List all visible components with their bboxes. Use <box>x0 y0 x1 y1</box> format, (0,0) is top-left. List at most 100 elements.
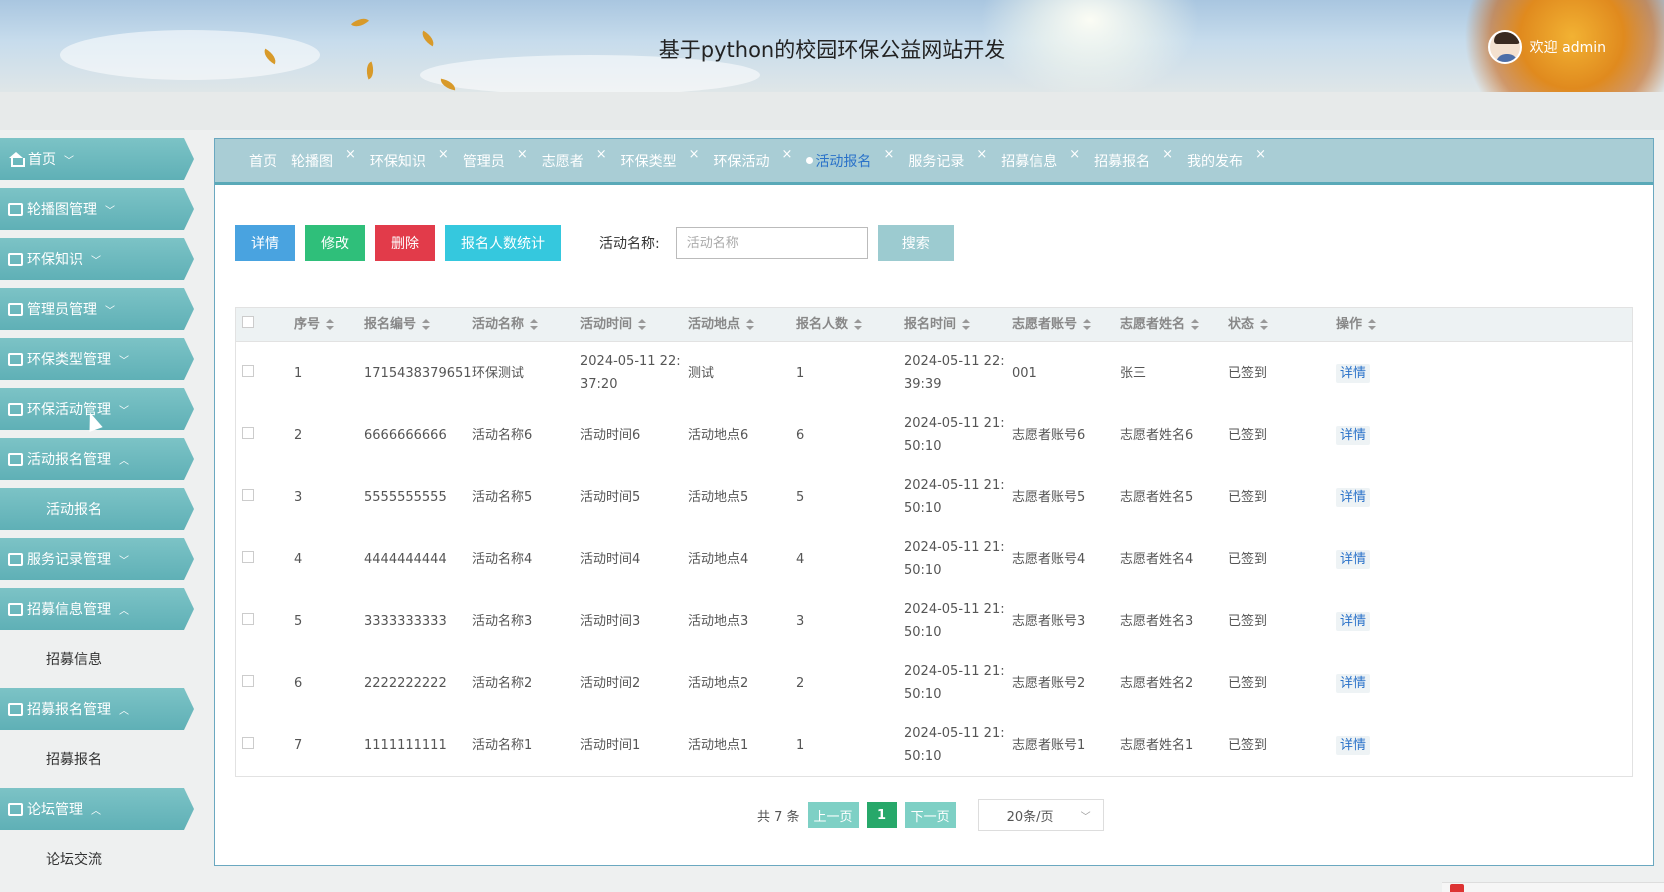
close-icon[interactable]: × <box>976 147 987 162</box>
select-all-checkbox[interactable] <box>242 316 254 328</box>
sort-icon[interactable] <box>326 319 335 330</box>
table-row[interactable]: 5 3333333333 活动名称3 活动时间3 活动地点3 3 2024-05-11 21… <box>236 590 1632 652</box>
close-icon[interactable]: × <box>1162 147 1173 162</box>
tab-item[interactable]: 服务记录 × <box>908 147 987 171</box>
sidebar-sub-item[interactable]: 论坛交流 <box>0 838 194 880</box>
column-header[interactable]: 活动名称 <box>472 313 580 336</box>
sidebar-sub-item[interactable]: 招募报名 <box>0 738 194 780</box>
close-icon[interactable]: × <box>689 147 700 162</box>
edit-button[interactable]: 修改 <box>305 225 365 261</box>
delete-button[interactable]: 删除 <box>375 225 435 261</box>
sidebar-menu-item[interactable]: 服务记录管理 ﹀ <box>0 538 194 580</box>
row-checkbox[interactable] <box>242 364 254 377</box>
table-row[interactable]: 1 1715438379651 环保测试 2024-05-11 22:37:20 测试 1… <box>236 342 1632 404</box>
tab-item[interactable]: 招募信息 × <box>1001 147 1080 171</box>
row-detail-link[interactable]: 详情 <box>1336 611 1371 631</box>
column-header[interactable]: 活动地点 <box>688 313 796 336</box>
sidebar-menu-item[interactable]: 首页 ﹀ <box>0 138 194 180</box>
sort-icon[interactable] <box>1083 319 1092 330</box>
tab-item[interactable]: 志愿者 × <box>542 147 607 171</box>
row-detail-link[interactable]: 详情 <box>1336 673 1371 693</box>
sort-icon[interactable] <box>638 319 647 330</box>
prev-page-button[interactable]: 上一页 <box>807 802 859 828</box>
tab-item[interactable]: 管理员 × <box>463 147 528 171</box>
sort-icon[interactable] <box>1191 319 1200 330</box>
column-header[interactable]: 报名人数 <box>796 313 904 336</box>
sidebar-sub-item[interactable]: 活动报名 <box>0 488 194 530</box>
sort-icon[interactable] <box>962 319 971 330</box>
tab-item[interactable]: 环保知识 × <box>370 147 449 171</box>
tab-item[interactable]: 首页 <box>249 151 277 171</box>
column-header[interactable]: 状态 <box>1228 313 1336 336</box>
column-header[interactable]: 志愿者账号 <box>1012 313 1120 336</box>
image-icon <box>8 202 23 216</box>
tab-item[interactable]: 环保活动 × <box>714 147 793 171</box>
chevron-down-icon: ﹀ <box>105 205 115 217</box>
sidebar-menu-item[interactable]: 活动报名管理 ︿ <box>0 438 194 480</box>
table-row[interactable]: 3 5555555555 活动名称5 活动时间5 活动地点5 5 2024-05-11 21… <box>236 466 1632 528</box>
tab-item[interactable]: 轮播图 × <box>291 147 356 171</box>
column-header[interactable]: 志愿者姓名 <box>1120 313 1228 336</box>
table-cell: 志愿者姓名3 <box>1120 613 1194 629</box>
close-icon[interactable]: × <box>438 147 449 162</box>
page-size-select[interactable]: 20条/页 ﹀ <box>977 799 1104 831</box>
sort-icon[interactable] <box>530 319 539 330</box>
column-header[interactable]: 报名时间 <box>904 313 1012 336</box>
avatar[interactable] <box>1487 30 1522 64</box>
table-row[interactable]: 4 4444444444 活动名称4 活动时间4 活动地点4 4 2024-05-11 21… <box>236 528 1632 590</box>
sidebar-sub-item[interactable]: 招募信息 <box>0 638 194 680</box>
sort-icon[interactable] <box>746 319 755 330</box>
close-icon[interactable]: × <box>1255 147 1266 162</box>
sidebar-menu-item[interactable]: 环保类型管理 ﹀ <box>0 338 194 380</box>
sort-icon[interactable] <box>422 319 431 330</box>
active-dot-icon <box>806 157 814 164</box>
row-checkbox[interactable] <box>242 550 254 563</box>
row-detail-link[interactable]: 详情 <box>1336 425 1371 445</box>
row-checkbox[interactable] <box>242 426 254 439</box>
next-page-button[interactable]: 下一页 <box>904 802 956 828</box>
close-icon[interactable]: × <box>883 147 894 162</box>
row-checkbox[interactable] <box>242 674 254 687</box>
close-icon[interactable]: × <box>782 147 793 162</box>
sidebar-menu-item[interactable]: 招募报名管理 ︿ <box>0 688 194 730</box>
sort-icon[interactable] <box>1260 319 1269 330</box>
table-cell: 2024-05-11 21:50:10 <box>904 664 1005 702</box>
table-row[interactable]: 2 6666666666 活动名称6 活动时间6 活动地点6 6 2024-05-11 21… <box>236 404 1632 466</box>
close-icon[interactable]: × <box>1069 147 1080 162</box>
sidebar-menu-item[interactable]: 管理员管理 ﹀ <box>0 288 194 330</box>
close-icon[interactable]: × <box>596 147 607 162</box>
chevron-down-icon: ﹀ <box>64 155 74 167</box>
row-checkbox[interactable] <box>242 488 254 501</box>
signup-stats-button[interactable]: 报名人数统计 <box>445 225 561 261</box>
sort-icon[interactable] <box>854 319 863 330</box>
page-number-button[interactable]: 1 <box>866 802 897 828</box>
tab-item[interactable]: 环保类型 × <box>621 147 700 171</box>
tab-item[interactable]: 我的发布 × <box>1187 147 1266 171</box>
column-header[interactable]: 操作 <box>1336 313 1416 336</box>
sidebar-menu-item[interactable]: 招募信息管理 ︿ <box>0 588 194 630</box>
table-row[interactable]: 6 2222222222 活动名称2 活动时间2 活动地点2 2 2024-05-11 21… <box>236 652 1632 714</box>
tab-item[interactable]: 招募报名 × <box>1094 147 1173 171</box>
row-checkbox[interactable] <box>242 736 254 749</box>
detail-button[interactable]: 详情 <box>235 225 295 261</box>
row-detail-link[interactable]: 详情 <box>1336 363 1371 383</box>
activity-name-search-input[interactable] <box>675 227 868 259</box>
table-cell: 环保测试 <box>472 365 525 381</box>
search-button[interactable]: 搜索 <box>877 225 954 261</box>
user-info[interactable]: 欢迎 admin <box>1487 30 1606 64</box>
column-header[interactable]: 序号 <box>294 313 364 336</box>
sort-icon[interactable] <box>1368 319 1377 330</box>
tab-item[interactable]: 活动报名 × <box>806 147 894 171</box>
row-checkbox[interactable] <box>242 612 254 625</box>
row-detail-link[interactable]: 详情 <box>1336 735 1371 755</box>
row-detail-link[interactable]: 详情 <box>1336 487 1371 507</box>
sidebar-menu-item[interactable]: 环保知识 ﹀ <box>0 238 194 280</box>
sidebar-menu-item[interactable]: 论坛管理 ︿ <box>0 788 194 830</box>
close-icon[interactable]: × <box>345 147 356 162</box>
column-header[interactable]: 报名编号 <box>364 313 472 336</box>
row-detail-link[interactable]: 详情 <box>1336 549 1371 569</box>
close-icon[interactable]: × <box>517 147 528 162</box>
sidebar-menu-item[interactable]: 轮播图管理 ﹀ <box>0 188 194 230</box>
table-row[interactable]: 7 1111111111 活动名称1 活动时间1 活动地点1 1 2024-05-11 21… <box>236 714 1632 776</box>
column-header[interactable]: 活动时间 <box>580 313 688 336</box>
